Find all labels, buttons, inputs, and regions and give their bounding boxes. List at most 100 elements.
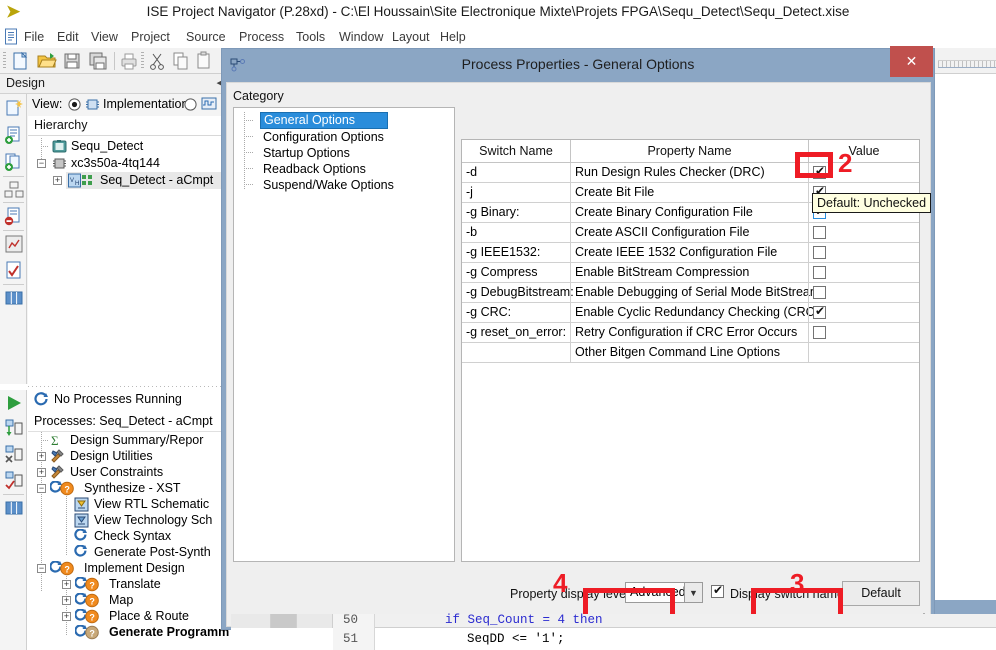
menu-project[interactable]: Project xyxy=(131,29,170,45)
process-row[interactable]: ? Generate Programming File xyxy=(28,624,230,641)
hierarchy-row-device[interactable]: − xc3s50a-4tq144 xyxy=(28,155,230,172)
default-button[interactable]: Default xyxy=(842,581,920,606)
cell-property-name: Retry Configuration if CRC Error Occurs xyxy=(575,325,798,339)
table-row[interactable]: -g CRC: Enable Cyclic Redundancy Checkin… xyxy=(462,303,919,323)
table-row[interactable]: -b Create ASCII Configuration File xyxy=(462,223,919,243)
editor-tab-a[interactable] xyxy=(231,614,271,628)
cell-property-name: Create Binary Configuration File xyxy=(575,205,753,219)
close-icon[interactable]: ✕ xyxy=(890,46,933,77)
tree-expander-plus[interactable]: + xyxy=(62,580,71,589)
process-row[interactable]: + ? Translate xyxy=(28,576,230,593)
category-list[interactable]: General Options Configuration Options St… xyxy=(233,107,455,562)
save-icon[interactable] xyxy=(62,51,84,71)
menu-help[interactable]: Help xyxy=(440,29,466,45)
process-row[interactable]: Generate Post-Synth xyxy=(28,544,230,561)
cell-switch-name: -g Compress xyxy=(466,265,538,279)
menu-edit[interactable]: Edit xyxy=(57,29,79,45)
dialog-titlebar[interactable]: Process Properties - General Options xyxy=(222,49,934,82)
value-checkbox[interactable] xyxy=(813,266,826,279)
process-row[interactable]: Σ Design Summary/Repor xyxy=(28,432,230,449)
view-option-implementation-label[interactable]: Implementation xyxy=(103,97,188,111)
remove-source-icon[interactable] xyxy=(4,206,24,226)
hierarchy-row-project[interactable]: Sequ_Detect xyxy=(28,138,230,155)
document-menu-icon[interactable] xyxy=(4,28,20,45)
check-syntax-icon[interactable] xyxy=(4,260,24,280)
category-item-readback-options[interactable]: Readback Options xyxy=(260,161,369,177)
design-utilities-icon[interactable] xyxy=(4,180,24,200)
menu-source[interactable]: Source xyxy=(186,29,226,45)
menu-file[interactable]: File xyxy=(24,29,44,45)
column-header-switch-name[interactable]: Switch Name xyxy=(462,140,570,162)
editor-code-area[interactable]: 50 51 if Seq_Count = 4 then SeqDD <= '1'… xyxy=(231,613,996,650)
view-radio-simulation[interactable] xyxy=(184,98,197,114)
menu-layout[interactable]: Layout xyxy=(392,29,430,45)
hierarchy-row-module-content[interactable]: + V H Seq_Detect - aCmpt xyxy=(28,172,230,189)
panels-icon[interactable] xyxy=(4,288,24,308)
implement-top-icon[interactable] xyxy=(4,418,24,438)
run-icon[interactable] xyxy=(4,393,24,413)
tree-expander-minus[interactable]: − xyxy=(37,159,46,168)
table-row[interactable]: -g Compress Enable BitStream Compression xyxy=(462,263,919,283)
menu-window[interactable]: Window xyxy=(339,29,383,45)
processes-tree[interactable]: Σ Design Summary/Repor + Design Utilitie… xyxy=(28,432,230,650)
toolbar-grip[interactable] xyxy=(3,52,6,70)
simulation-icon xyxy=(201,96,217,115)
table-row[interactable]: -g DebugBitstream: Enable Debugging of S… xyxy=(462,283,919,303)
editor-tab-b[interactable] xyxy=(271,614,297,628)
process-row[interactable]: + Design Utilities xyxy=(28,448,230,465)
copy-icon[interactable] xyxy=(171,51,193,71)
process-row[interactable]: − ? Synthesize - XST xyxy=(28,480,230,497)
process-row[interactable]: View RTL Schematic xyxy=(28,496,230,513)
category-item-suspend-wake-options[interactable]: Suspend/Wake Options xyxy=(260,177,397,193)
print-icon[interactable] xyxy=(119,51,141,71)
process-row[interactable]: Check Syntax xyxy=(28,528,230,545)
tree-expander-plus[interactable]: + xyxy=(62,596,71,605)
open-file-icon[interactable] xyxy=(36,51,58,71)
category-item-startup-options[interactable]: Startup Options xyxy=(260,145,353,161)
tree-expander-plus[interactable]: + xyxy=(62,612,71,621)
panel-splitter[interactable] xyxy=(28,384,230,389)
value-checkbox[interactable] xyxy=(813,326,826,339)
tree-expander-plus[interactable]: + xyxy=(37,468,46,477)
chevron-down-icon[interactable]: ▼ xyxy=(684,582,703,603)
view-radio-implementation[interactable] xyxy=(68,98,81,114)
tree-expander-minus[interactable]: − xyxy=(37,564,46,573)
add-source-icon[interactable] xyxy=(4,125,24,145)
table-row[interactable]: Other Bitgen Command Line Options xyxy=(462,343,919,363)
value-checkbox[interactable] xyxy=(813,226,826,239)
menu-tools[interactable]: Tools xyxy=(296,29,325,45)
value-checkbox[interactable] xyxy=(813,246,826,259)
menu-process[interactable]: Process xyxy=(239,29,284,45)
process-row[interactable]: + ? Place & Route xyxy=(28,608,230,625)
tree-expander-plus[interactable]: + xyxy=(53,176,62,185)
tree-expander-minus[interactable]: − xyxy=(37,484,46,493)
process-row[interactable]: View Technology Sch xyxy=(28,512,230,529)
rerun-icon[interactable] xyxy=(4,470,24,490)
table-row[interactable]: -g reset_on_error: Retry Configuration i… xyxy=(462,323,919,343)
display-switch-names-checkbox[interactable] xyxy=(711,583,724,598)
new-source-icon[interactable] xyxy=(4,98,24,118)
value-checkbox[interactable] xyxy=(813,286,826,299)
tree-expander-plus[interactable]: + xyxy=(37,452,46,461)
process-row[interactable]: + ? Map xyxy=(28,592,230,609)
value-checkbox[interactable] xyxy=(813,304,826,319)
process-row[interactable]: − ? Implement Design xyxy=(28,560,230,577)
table-row[interactable]: -g IEEE1532: Create IEEE 1532 Configurat… xyxy=(462,243,919,263)
paste-icon[interactable] xyxy=(195,51,217,71)
cell-property-name: Enable Cyclic Redundancy Checking (CRC) xyxy=(575,305,819,319)
editor-tab-c[interactable] xyxy=(297,614,333,628)
save-all-icon[interactable] xyxy=(88,51,110,71)
toolbar-grip-2[interactable] xyxy=(141,52,144,70)
menu-view[interactable]: View xyxy=(91,29,118,45)
add-copy-source-icon[interactable] xyxy=(4,152,24,172)
column-header-property-name[interactable]: Property Name xyxy=(571,140,808,162)
cell-divider xyxy=(808,283,809,303)
rerun-all-icon[interactable] xyxy=(4,444,24,464)
design-summary-icon[interactable] xyxy=(4,234,24,254)
category-item-general-options[interactable]: General Options xyxy=(260,112,388,129)
new-file-icon[interactable] xyxy=(10,51,32,71)
category-item-configuration-options[interactable]: Configuration Options xyxy=(260,129,387,145)
view-panel-icon[interactable] xyxy=(4,498,24,518)
cut-icon[interactable] xyxy=(147,51,169,71)
process-row[interactable]: + User Constraints xyxy=(28,464,230,481)
